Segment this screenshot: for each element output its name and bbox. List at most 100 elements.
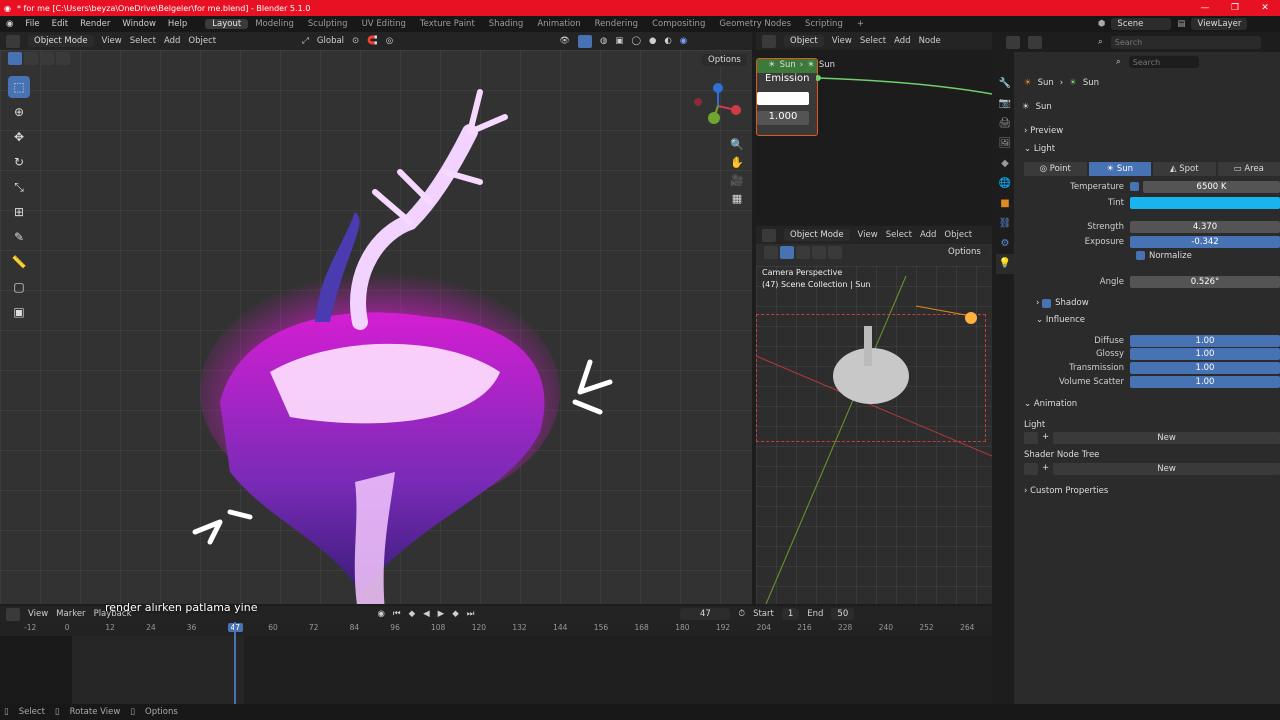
menu-window[interactable]: Window [116,19,162,29]
measure-icon[interactable]: 📏 [8,251,30,273]
blender-menu-icon[interactable]: ◉ [0,19,19,29]
end-frame-field[interactable]: 50 [831,608,855,620]
mode-dropdown[interactable]: Object Mode [28,35,94,47]
select-subtract-icon[interactable] [40,52,54,65]
tool-tab-icon[interactable]: 🔧 [996,74,1014,94]
select-invert-icon[interactable] [56,52,70,65]
annotate-icon[interactable]: ✎ [8,226,30,248]
xray-icon[interactable]: ▣ [615,36,623,46]
add-workspace-icon[interactable]: + [850,19,871,29]
tab-animation[interactable]: Animation [530,19,587,29]
3d-viewport[interactable]: Object Mode View Select Add Object ⤢ Glo… [0,32,752,604]
tab-shading[interactable]: Shading [482,19,531,29]
volume-scatter-field[interactable]: 1.00 [1130,375,1280,388]
node-add-menu[interactable]: Add [894,36,910,46]
node-view-menu[interactable]: View [832,36,852,46]
outliner-type-icon[interactable] [1006,35,1020,49]
navigation-gizmo[interactable] [694,80,748,134]
node-editor-type-icon[interactable] [762,34,776,48]
tab-compositing[interactable]: Compositing [645,19,712,29]
render-tab-icon[interactable]: 📷 [996,94,1014,114]
shader-node-editor[interactable]: Object View Select Add Node Emission 1.0… [756,32,992,222]
select-box-icon[interactable]: ⬚ [8,76,30,98]
object-data-tab-icon[interactable]: ⚙ [996,234,1014,254]
tab-rendering[interactable]: Rendering [588,19,645,29]
emission-strength-field[interactable]: 1.000 [757,111,809,125]
rotate-icon[interactable]: ↻ [8,151,30,173]
material-shading-icon[interactable]: ◐ [664,36,671,46]
select-extend-icon[interactable] [24,52,38,65]
timeline-body[interactable]: -120122436476072849610812013214415616818… [0,622,992,704]
exposure-field[interactable]: -0.342 [1130,235,1280,248]
tab-texture-paint[interactable]: Texture Paint [413,19,482,29]
properties-search-input[interactable] [1128,56,1199,68]
outliner-display-icon[interactable] [1028,35,1042,49]
maximize-button[interactable]: ❐ [1220,0,1250,16]
object-menu[interactable]: Object [188,36,216,46]
pan-hand-icon[interactable]: ✋ [728,154,746,172]
view-menu[interactable]: View [102,36,122,46]
light-type-point[interactable]: ◎ Point [1024,162,1087,176]
strength-field[interactable]: 4.370 [1130,220,1280,233]
normalize-checkbox[interactable] [1136,251,1145,260]
new-action-button[interactable]: New [1053,432,1280,444]
camera-select-new-icon[interactable] [780,246,794,259]
scene-tab-icon[interactable]: ◆ [996,154,1014,174]
viewport-options-button[interactable]: Options [702,54,747,66]
section-animation[interactable]: ⌄ Animation [1014,395,1077,413]
playhead[interactable] [233,622,236,704]
camera-select-invert-icon[interactable] [828,246,842,259]
tab-sculpting[interactable]: Sculpting [301,19,355,29]
menu-file[interactable]: File [19,19,45,29]
angle-field[interactable]: 0.526° [1130,275,1280,288]
play-reverse-icon[interactable]: ◀ [423,609,430,619]
section-custom-properties[interactable]: › Custom Properties [1014,482,1108,500]
menu-help[interactable]: Help [162,19,193,29]
select-menu[interactable]: Select [130,36,156,46]
camera-view-icon[interactable]: 🎥 [728,172,746,190]
gizmo-toggle-icon[interactable] [577,34,592,48]
tab-uv-editing[interactable]: UV Editing [355,19,413,29]
timeline[interactable]: View Marker Playback ◉ ⏮ ◆ ◀ ▶ ◆ ⏭ 47 ⏱ … [0,606,992,704]
temperature-field[interactable]: 6500 K [1143,180,1280,193]
new-shader-action-button[interactable]: New [1053,463,1280,475]
transmission-field[interactable]: 1.00 [1130,361,1280,374]
light-type-area[interactable]: ▭ Area [1217,162,1280,176]
shader-new-plus-icon[interactable]: + [1042,463,1049,475]
datablock-name[interactable]: Sun [1036,102,1052,112]
pivot-icon[interactable]: ⊙ [352,36,359,46]
view-layer-tab-icon[interactable]: 🖼 [996,134,1014,154]
object-tab-icon[interactable]: ■ [996,194,1014,214]
light-type-spot[interactable]: ◭ Spot [1153,162,1216,176]
camera-view-menu[interactable]: View [858,230,878,240]
tab-geometry-nodes[interactable]: Geometry Nodes [712,19,798,29]
timeline-type-icon[interactable] [6,607,20,621]
section-light[interactable]: ⌄ Light [1014,140,1055,158]
overlay-icon[interactable]: ◍ [600,36,607,46]
close-button[interactable]: ✕ [1250,0,1280,16]
world-tab-icon[interactable]: 🌐 [996,174,1014,194]
select-new-icon[interactable] [8,52,22,65]
camera-object-menu[interactable]: Object [944,230,972,240]
action-browse-icon[interactable] [1024,432,1038,444]
visibility-icon[interactable]: 👁 [559,36,570,46]
camera-select-tool-icon[interactable] [764,246,778,259]
shader-action-browse-icon[interactable] [1024,463,1038,475]
tab-modeling[interactable]: Modeling [248,19,301,29]
snap-icon[interactable]: 🧲 [367,36,378,46]
minimize-button[interactable]: — [1190,0,1220,16]
move-icon[interactable]: ✥ [8,126,30,148]
next-keyframe-icon[interactable]: ◆ [452,609,459,619]
jump-start-icon[interactable]: ⏮ [393,609,401,619]
section-shadow[interactable]: › Shadow [1014,294,1089,312]
shadow-checkbox[interactable] [1042,298,1052,308]
solid-shading-icon[interactable]: ● [649,36,656,46]
proportional-edit-icon[interactable]: ◎ [386,36,393,46]
start-frame-field[interactable]: 1 [781,608,800,620]
timeline-marker-menu[interactable]: Marker [56,609,85,619]
emission-color-swatch[interactable] [757,92,809,105]
section-influence[interactable]: ⌄ Influence [1014,311,1085,329]
output-tab-icon[interactable]: 🖨 [996,114,1014,134]
diffuse-field[interactable]: 1.00 [1130,334,1280,347]
ortho-grid-icon[interactable]: ▦ [728,190,746,208]
